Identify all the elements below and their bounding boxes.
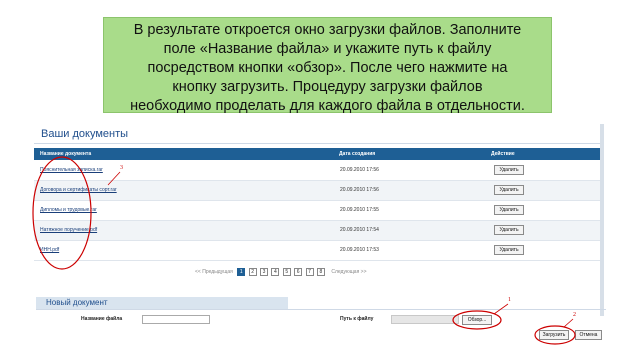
arrow-2 xyxy=(563,318,574,328)
table-row: Договора и сертификаты сорт.rar 20.09.20… xyxy=(34,181,600,201)
page-button-4[interactable]: 4 xyxy=(271,268,280,276)
file-name-input[interactable] xyxy=(142,315,210,324)
instruction-line: необходимо проделать для каждого файла в… xyxy=(130,98,525,114)
new-document-title: Новый документ xyxy=(46,298,108,307)
prev-page-link[interactable]: << Предыдущая xyxy=(195,269,233,275)
page-button-2[interactable]: 2 xyxy=(248,268,257,276)
document-link[interactable]: Пояснительная записка.rar xyxy=(40,167,103,173)
instruction-line: посредством кнопки «обзор». После чего н… xyxy=(147,60,508,76)
delete-button[interactable]: Удалить xyxy=(494,205,524,215)
page-button-8[interactable]: 8 xyxy=(316,268,325,276)
table-row: Натяжное поручение.pdf 20.09.2010 17:54 … xyxy=(34,221,600,241)
table-header: Название документа Дата создания Действи… xyxy=(34,148,600,160)
document-link[interactable]: Натяжное поручение.pdf xyxy=(40,227,97,233)
column-date: Дата создания xyxy=(339,151,376,157)
path-label: Путь к файлу xyxy=(340,316,374,322)
document-link[interactable]: Дипломы и трудовые.rar xyxy=(40,207,97,213)
document-date: 20.09.2010 17:56 xyxy=(340,187,379,193)
delete-button[interactable]: Удалить xyxy=(494,245,524,255)
table-row: Дипломы и трудовые.rar 20.09.2010 17:55 … xyxy=(34,201,600,221)
delete-button[interactable]: Удалить xyxy=(494,185,524,195)
document-link[interactable]: ИНН.pdf xyxy=(40,247,59,253)
pagination: << Предыдущая 1 2 3 4 5 6 7 8 Следующая … xyxy=(192,268,370,278)
document-date: 20.09.2010 17:55 xyxy=(340,207,379,213)
page-button-3[interactable]: 3 xyxy=(259,268,268,276)
instruction-line: поле «Название файла» и укажите путь к ф… xyxy=(163,41,492,57)
divider xyxy=(34,143,604,144)
page-button-6[interactable]: 6 xyxy=(294,268,303,276)
document-date: 20.09.2010 17:54 xyxy=(340,227,379,233)
page-button-1[interactable]: 1 xyxy=(237,268,246,276)
marker-3: 3 xyxy=(120,165,123,171)
marker-2: 2 xyxy=(573,312,576,318)
instruction-line: кнопку загрузить. Процедуру загрузки фай… xyxy=(172,79,483,95)
divider xyxy=(36,309,606,310)
instruction-line: В результате откроется окно загрузки фай… xyxy=(133,22,522,38)
table-row: ИНН.pdf 20.09.2010 17:53 Удалить xyxy=(34,241,600,261)
right-border xyxy=(600,124,604,316)
table-row: Пояснительная записка.rar 20.09.2010 17:… xyxy=(34,161,600,181)
delete-button[interactable]: Удалить xyxy=(494,165,524,175)
browse-button[interactable]: Обзор... xyxy=(462,315,492,325)
document-date: 20.09.2010 17:53 xyxy=(340,247,379,253)
document-link[interactable]: Договора и сертификаты сорт.rar xyxy=(40,187,117,193)
column-action: Действие xyxy=(491,151,515,157)
document-date: 20.09.2010 17:56 xyxy=(340,167,379,173)
next-page-link[interactable]: Следующая >> xyxy=(331,269,366,275)
delete-button[interactable]: Удалить xyxy=(494,225,524,235)
page-button-5[interactable]: 5 xyxy=(282,268,291,276)
upload-button[interactable]: Загрузить xyxy=(539,330,569,340)
column-name: Название документа xyxy=(40,151,92,157)
file-name-label: Название файла xyxy=(81,316,123,322)
instruction-callout: В результате откроется окно загрузки фай… xyxy=(103,17,552,114)
marker-1: 1 xyxy=(508,297,511,303)
page-button-7[interactable]: 7 xyxy=(305,268,314,276)
documents-title: Ваши документы xyxy=(41,128,129,140)
cancel-button[interactable]: Отмена xyxy=(575,330,602,340)
path-input[interactable] xyxy=(391,315,459,324)
